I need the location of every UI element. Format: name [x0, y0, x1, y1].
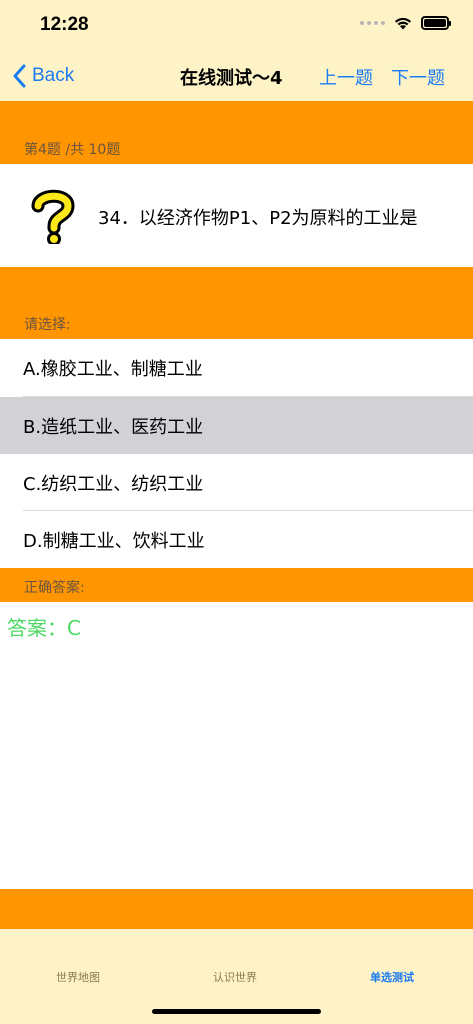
status-time: 12:28 — [40, 14, 89, 35]
question-mark-icon — [31, 189, 75, 244]
tab-world-map[interactable]: 世界地图 — [56, 969, 100, 985]
battery-icon — [421, 16, 451, 30]
progress-section: 第4题 /共 10题 — [0, 101, 473, 164]
choices-label: 请选择: — [24, 317, 71, 333]
cellular-signal-icon — [360, 21, 385, 25]
status-icons — [360, 16, 451, 30]
home-indicator — [152, 1009, 321, 1014]
question-row: 34．以经济作物P1、P2为原料的工业是 — [0, 164, 473, 267]
page-title: 在线测试～4 — [180, 68, 283, 89]
option-b-label: B.造纸工业、医药工业 — [23, 416, 204, 438]
option-c[interactable]: C.纺织工业、纺织工业 — [0, 454, 473, 511]
previous-question-button[interactable]: 上一题 — [319, 64, 373, 90]
question-progress: 第4题 /共 10题 — [24, 142, 121, 158]
answer-label: 正确答案: — [24, 580, 85, 596]
back-button[interactable]: Back — [12, 62, 74, 90]
question-text: 34．以经济作物P1、P2为原料的工业是 — [98, 208, 418, 229]
correct-answer-text: 答案：C — [7, 616, 81, 640]
option-d-label: D.制糖工业、饮料工业 — [23, 530, 205, 552]
chevron-left-icon — [13, 64, 26, 88]
option-b[interactable]: B.造纸工业、医药工业 — [0, 397, 473, 454]
option-d[interactable]: D.制糖工业、饮料工业 — [0, 511, 473, 568]
status-bar: 12:28 — [0, 0, 473, 50]
wifi-icon — [395, 17, 411, 30]
navigation-bar: Back 在线测试～4 上一题 下一题 — [0, 50, 473, 101]
option-c-label: C.纺织工业、纺织工业 — [23, 473, 204, 495]
option-a[interactable]: A.橡胶工业、制糖工业 — [0, 339, 473, 396]
choices-header: 请选择: — [0, 267, 473, 339]
tab-know-world[interactable]: 认识世界 — [213, 969, 257, 985]
tab-single-choice-test[interactable]: 单选测试 — [370, 969, 414, 985]
back-label: Back — [32, 65, 75, 86]
option-a-label: A.橡胶工业、制糖工业 — [23, 358, 203, 380]
answer-header: 正确答案: — [0, 568, 473, 602]
footer-strip — [0, 889, 473, 929]
next-question-button[interactable]: 下一题 — [391, 64, 445, 90]
